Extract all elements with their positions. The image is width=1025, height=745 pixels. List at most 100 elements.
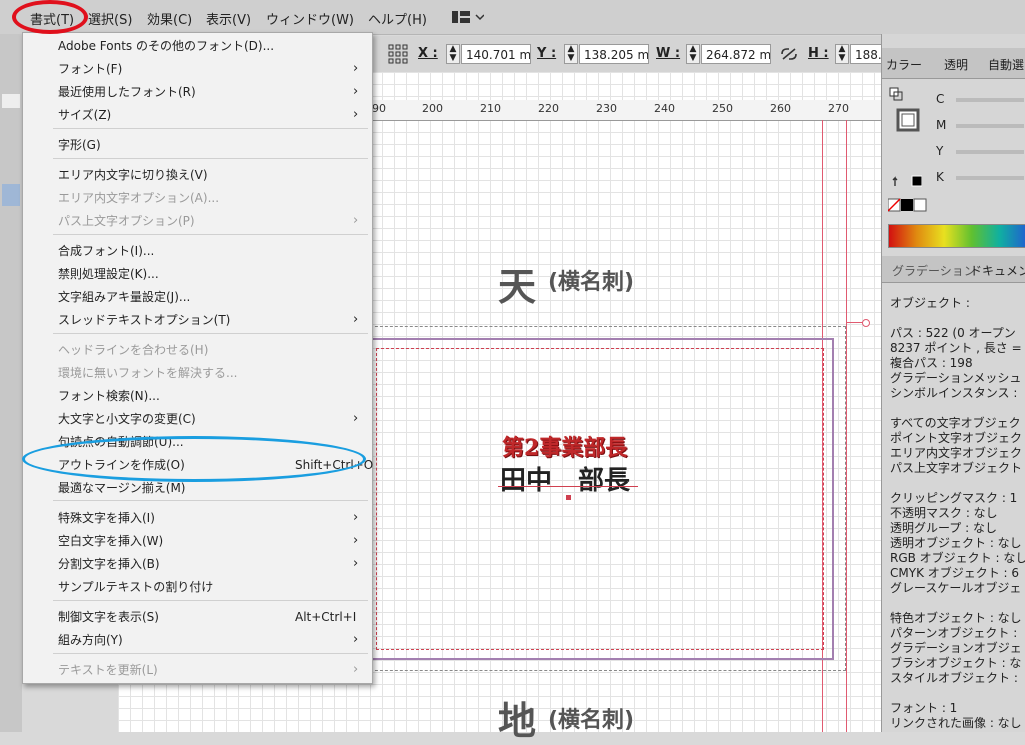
menu-item[interactable]: 制御文字を表示(S) Alt+Ctrl+I [23,606,372,628]
link-proportions-icon[interactable] [780,47,798,64]
h-field[interactable]: 188. [850,44,882,64]
reference-point-icon[interactable] [388,44,408,67]
red-highlight-ellipse [12,0,88,34]
menu-item-label: テキストを更新(L) [58,663,158,677]
menu-item[interactable]: 字形(G) [23,134,372,156]
horizontal-ruler: 90 200 210 220 230 240 250 260 270 [370,100,881,121]
menu-item-label: パス上文字オプション(P) [58,214,195,228]
tab-color[interactable]: カラー [886,56,922,73]
menu-item-label: 制御文字を表示(S) [58,610,159,624]
bottom-label-big: 地 [498,698,537,743]
workspace-switcher-icon[interactable] [452,10,485,27]
submenu-chevron-icon: › [353,556,359,571]
menu-item-label: エリア内文字に切り換え(V) [58,168,208,182]
bottom-label-small: (横名刺) [548,708,635,733]
menu-effect[interactable]: 効果(C) [147,9,192,28]
menu-separator [53,158,368,159]
menu-item-label: 合成フォント(I)... [58,244,155,258]
y-field[interactable]: 138.205 m [579,44,649,64]
x-stepper[interactable]: ▲ ▼ [446,44,460,64]
card-title-text[interactable]: 第2事業部長 [502,430,627,462]
h-label: H : [808,46,829,61]
text-anchor-point[interactable] [566,495,571,500]
x-field[interactable]: 140.701 m [461,44,531,64]
menu-item[interactable]: サンプルテキストの割り付け [23,576,372,598]
ruler-tick: 220 [538,102,559,115]
document-info-line: オブジェクト : [890,296,970,310]
ruler-tick: 230 [596,102,617,115]
h-stepper[interactable]: ▲ ▼ [835,44,849,64]
submenu-chevron-icon: › [353,411,359,426]
document-info-list: オブジェクト : パス : 522 (0 オープン 8237 ポイント , 長さ =… [882,286,1025,732]
menu-item-label: 禁則処理設定(K)... [58,267,159,281]
menu-item[interactable]: 文字組みアキ量設定(J)... [23,286,372,308]
blue-highlight-ellipse [22,436,366,482]
cmyk-m-slider[interactable] [956,124,1024,128]
menu-select[interactable]: 選択(S) [88,9,132,28]
menu-item-label: Adobe Fonts のその他のフォント(D)... [58,39,275,53]
menu-item-label: 空白文字を挿入(W) [58,534,164,548]
ruler-tick: 210 [480,102,501,115]
control-bar: X : ▲ ▼ 140.701 m Y : ▲ ▼ 138.205 m W : ▲ ▼… [370,36,882,72]
ruler-tick: 90 [372,102,386,115]
menu-item-label: フォント検索(N)... [58,389,160,403]
tool-slot-selected[interactable] [2,184,20,206]
menu-item: パス上文字オプション(P) › [23,210,372,232]
menu-item-label: 環境に無いフォントを解決する... [58,366,238,380]
menu-item[interactable]: 組み方向(Y) › [23,629,372,651]
menu-item[interactable]: スレッドテキストオプション(T) › [23,309,372,331]
cmyk-c-slider[interactable] [956,98,1024,102]
w-stepper[interactable]: ▲ ▼ [686,44,700,64]
tab-transparency[interactable]: 透明 [944,56,968,73]
menu-help[interactable]: ヘルプ(H) [368,9,427,28]
menu-item-shortcut: Alt+Ctrl+I [295,610,357,624]
y-stepper[interactable]: ▲ ▼ [564,44,578,64]
menu-item[interactable]: 空白文字を挿入(W) › [23,530,372,552]
menu-item[interactable]: Adobe Fonts のその他のフォント(D)... [23,35,372,57]
menu-item[interactable]: 分割文字を挿入(B) › [23,553,372,575]
menu-item[interactable]: 最近使用したフォント(R) › [23,81,372,103]
menu-item: ヘッドラインを合わせる(H) [23,339,372,361]
submenu-chevron-icon: › [353,662,359,677]
menu-view[interactable]: 表示(V) [206,9,251,28]
menu-item[interactable]: サイズ(Z) › [23,104,372,126]
menu-item-label: 大文字と小文字の変更(C) [58,412,196,426]
vertical-guide [846,120,847,732]
document-info-line: パス上文字オブジェクト [890,461,1023,475]
cmyk-y-slider[interactable] [956,150,1024,154]
tab-document-info[interactable]: ドキュメン [970,262,1025,279]
menu-item[interactable]: 特殊文字を挿入(I) › [23,507,372,529]
menu-item-label: 字形(G) [58,138,101,152]
submenu-chevron-icon: › [353,312,359,327]
menu-item[interactable]: 大文字と小文字の変更(C) › [23,408,372,430]
menu-separator [53,333,368,334]
card-name-text[interactable]: 田中 部長 [500,460,630,497]
none-black-white-swatches[interactable] [887,198,928,215]
swap-arrow-icon[interactable] [892,174,923,191]
fill-stroke-icon[interactable] [888,86,922,135]
cmyk-k-slider[interactable] [956,176,1024,180]
menu-item[interactable]: 禁則処理設定(K)... [23,263,372,285]
tab-gradient[interactable]: グラデーション [892,262,976,279]
ruler-tick: 250 [712,102,733,115]
menu-separator [53,500,368,501]
document-info-line: スタイルオブジェクト : [890,671,1018,685]
text-baseline [498,486,638,487]
submenu-chevron-icon: › [353,510,359,525]
menu-window[interactable]: ウィンドウ(W) [266,9,354,28]
menu-separator [53,653,368,654]
submenu-chevron-icon: › [353,533,359,548]
top-label-small: (横名刺) [548,270,635,295]
menu-item[interactable]: エリア内文字に切り換え(V) [23,164,372,186]
menu-item[interactable]: 合成フォント(I)... [23,240,372,262]
menu-item[interactable]: フォント(F) › [23,58,372,80]
handle-point[interactable] [862,319,870,327]
color-spectrum-bar[interactable] [888,224,1025,248]
menu-item[interactable]: フォント検索(N)... [23,385,372,407]
submenu-chevron-icon: › [353,632,359,647]
w-field[interactable]: 264.872 m [701,44,771,64]
tab-auto-select[interactable]: 自動選 [988,56,1024,73]
menu-item-label: ヘッドラインを合わせる(H) [58,343,209,357]
menu-item-label: 最近使用したフォント(R) [58,85,196,99]
tool-slot[interactable] [2,94,20,108]
